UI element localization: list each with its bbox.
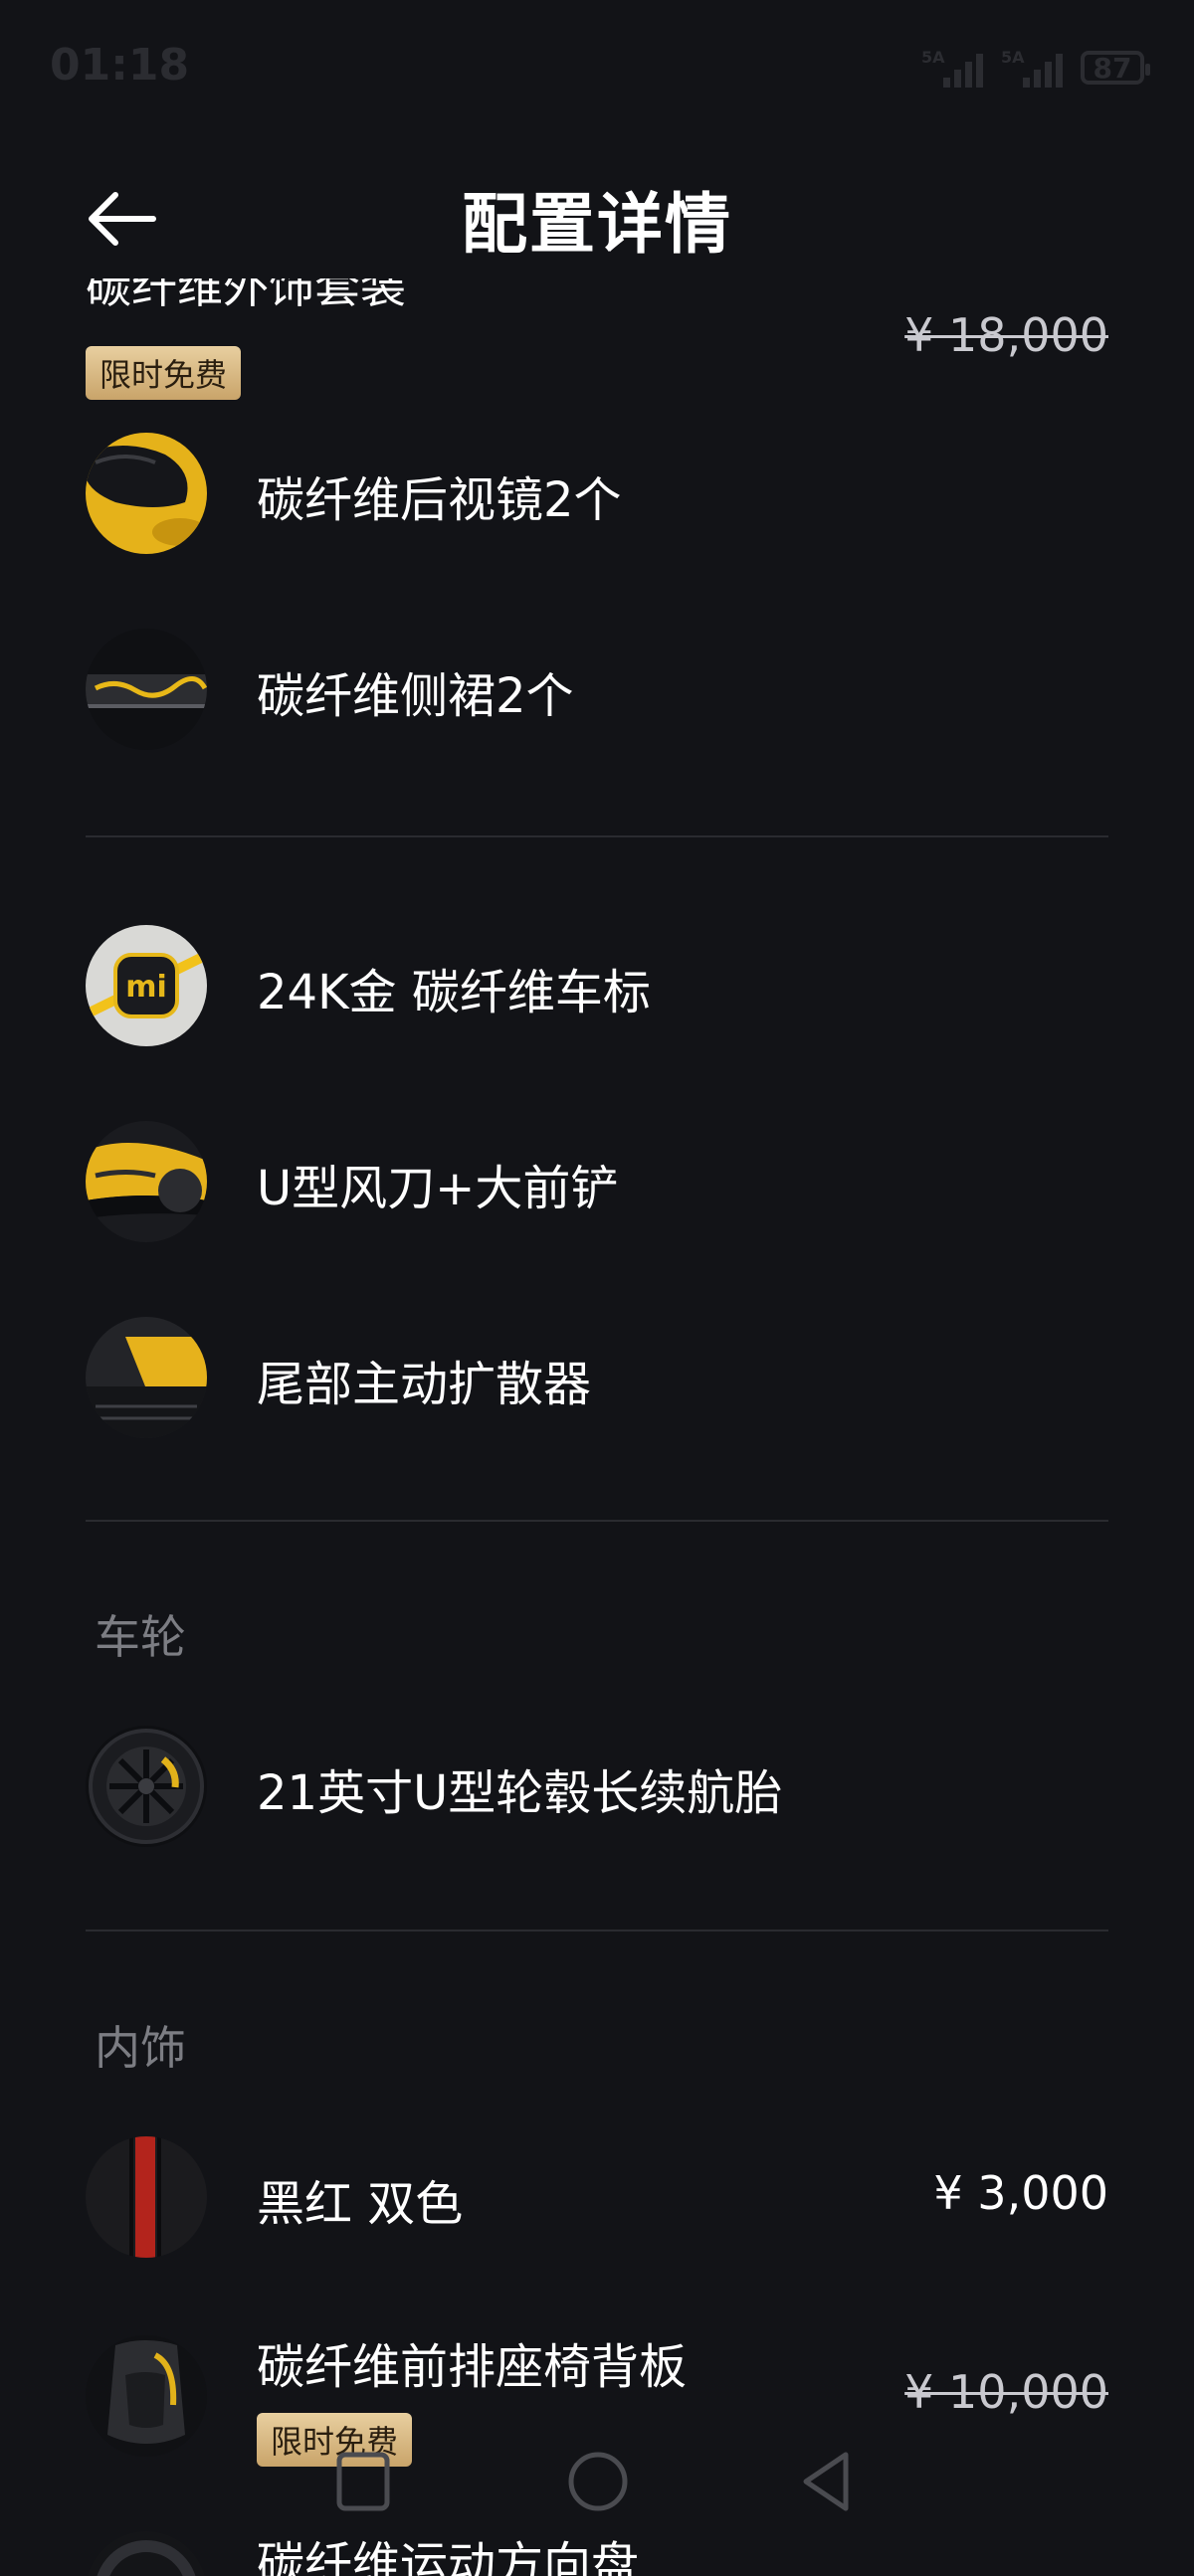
item-label: 24K金 碳纤维车标 — [257, 965, 651, 1020]
side-mirror-thumbnail — [86, 433, 207, 554]
svg-text:mi: mi — [125, 970, 167, 1005]
item-label: 碳纤维后视镜2个 — [257, 472, 622, 528]
front-splitter-thumbnail — [86, 1121, 207, 1242]
signal-icon: 5A — [1001, 48, 1063, 88]
section-title-wheels: 车轮 — [95, 1610, 186, 1664]
divider — [86, 835, 1108, 837]
side-skirt-thumbnail — [86, 629, 207, 750]
list-item[interactable]: 21英寸U型轮毂长续航胎 — [0, 1726, 1194, 1855]
status-icons: 5A 5A 87 — [921, 48, 1150, 88]
list-item[interactable]: 尾部主动扩散器 — [0, 1317, 1194, 1446]
battery-icon: 87 — [1081, 51, 1150, 85]
package-title: 碳纤维外饰套装 — [86, 278, 406, 313]
logo-badge-thumbnail: mi — [86, 925, 207, 1046]
page-title: 配置详情 — [462, 186, 732, 263]
battery-level: 87 — [1093, 51, 1132, 85]
item-label: 黑红 双色 — [257, 2176, 464, 2232]
exterior-package-header[interactable]: 碳纤维外饰套装 ¥ 18,000 限时免费 — [0, 278, 1194, 408]
list-item[interactable]: 碳纤维后视镜2个 — [0, 433, 1194, 562]
sim2-label: 5A — [1001, 48, 1025, 67]
divider — [86, 1520, 1108, 1522]
seat-back-thumbnail — [86, 2335, 207, 2457]
item-label: 碳纤维侧裙2个 — [257, 668, 574, 724]
item-price: ¥ 10,000 — [904, 2365, 1108, 2419]
back-icon[interactable] — [796, 2447, 856, 2520]
signal-icon: 5A — [921, 48, 983, 88]
list-item[interactable]: 碳纤维运动方向盘 — [0, 2531, 1194, 2576]
divider — [86, 1930, 1108, 1932]
config-list[interactable]: 碳纤维外饰套装 ¥ 18,000 限时免费 碳纤维后视镜2个 碳纤维侧裙2个 m… — [0, 278, 1194, 2576]
seat-color-thumbnail — [86, 2136, 207, 2258]
status-time: 01:18 — [50, 40, 190, 91]
home-icon[interactable] — [563, 2447, 633, 2520]
rear-diffuser-thumbnail — [86, 1317, 207, 1438]
item-label: U型风刀+大前铲 — [257, 1161, 619, 1216]
list-item[interactable]: 碳纤维侧裙2个 — [0, 629, 1194, 758]
system-nav-bar — [0, 2447, 1194, 2536]
list-item[interactable]: U型风刀+大前铲 — [0, 1121, 1194, 1250]
list-item[interactable]: mi 24K金 碳纤维车标 — [0, 925, 1194, 1054]
header: 配置详情 — [0, 159, 1194, 278]
item-label: 尾部主动扩散器 — [257, 1357, 592, 1412]
free-badge: 限时免费 — [86, 346, 242, 400]
status-bar: 01:18 5A 5A 87 — [0, 0, 1194, 139]
item-label: 21英寸U型轮毂长续航胎 — [257, 1765, 783, 1821]
list-item[interactable]: 黑红 双色 ¥ 3,000 — [0, 2136, 1194, 2266]
section-title-interior: 内饰 — [95, 2021, 186, 2075]
recent-apps-icon[interactable] — [333, 2447, 393, 2520]
package-price: ¥ 18,000 — [904, 308, 1108, 362]
item-price: ¥ 3,000 — [933, 2166, 1108, 2220]
item-label: 碳纤维前排座椅背板 — [257, 2339, 688, 2395]
steering-wheel-thumbnail — [86, 2531, 207, 2576]
wheel-thumbnail — [86, 1726, 207, 1847]
sim1-label: 5A — [921, 48, 945, 67]
